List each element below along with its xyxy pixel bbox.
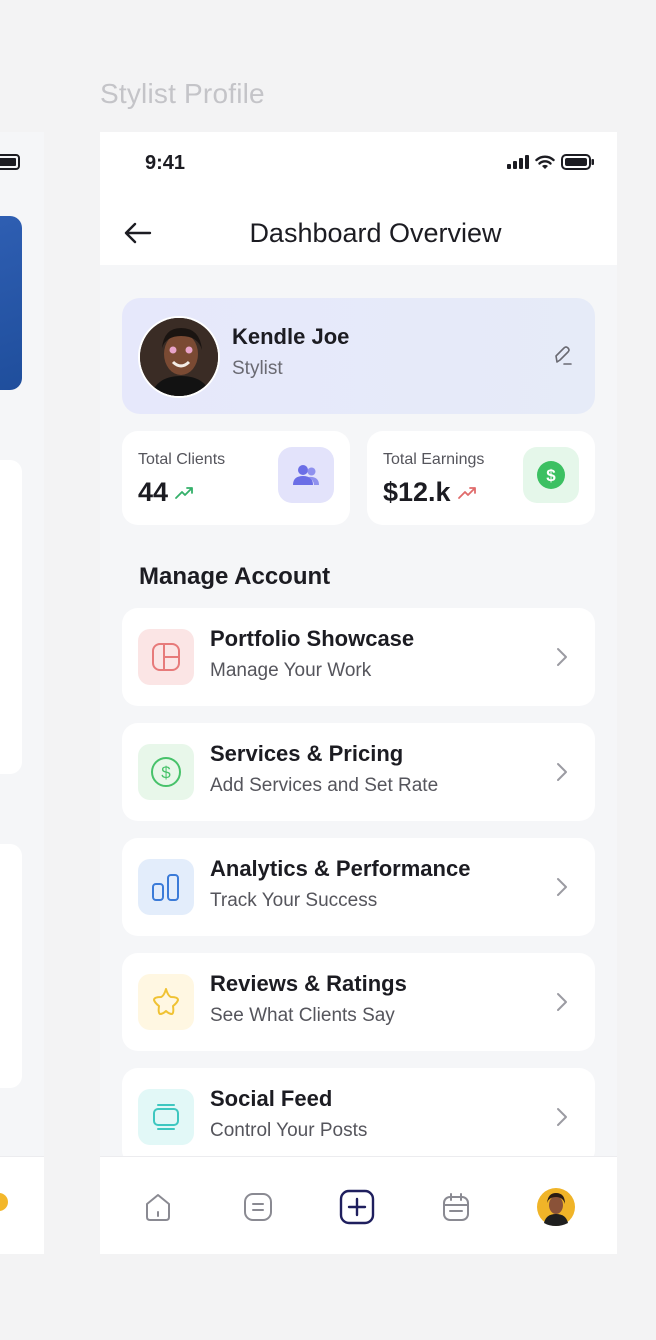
feed-icon bbox=[138, 1089, 194, 1145]
pencil-icon bbox=[555, 346, 572, 365]
wifi-icon bbox=[535, 155, 555, 169]
stat-label: Total Earnings bbox=[383, 451, 485, 468]
signal-icon bbox=[507, 155, 529, 169]
svg-text:$: $ bbox=[161, 763, 171, 782]
menu-subtitle: Control Your Posts bbox=[210, 1120, 368, 1141]
dollar-circle-icon: $ bbox=[138, 744, 194, 800]
adjacent-panel bbox=[0, 460, 22, 774]
stat-label: Total Clients bbox=[138, 451, 226, 468]
stat-card-earnings[interactable]: Total Earnings $12.k $ bbox=[367, 431, 595, 525]
menu-title: Reviews & Ratings bbox=[210, 971, 407, 996]
chevron-right-icon bbox=[557, 763, 567, 781]
avatar bbox=[138, 316, 220, 398]
menu-item-analytics[interactable]: Analytics & Performance Track Your Succe… bbox=[122, 838, 595, 936]
nav-calendar[interactable] bbox=[436, 1187, 476, 1227]
chevron-right-icon bbox=[557, 648, 567, 666]
adjacent-avatar bbox=[0, 1193, 8, 1211]
menu-item-social-feed[interactable]: Social Feed Control Your Posts bbox=[122, 1068, 595, 1166]
menu-subtitle: See What Clients Say bbox=[210, 1005, 395, 1026]
nav-add[interactable] bbox=[337, 1187, 377, 1227]
nav-profile[interactable] bbox=[536, 1187, 576, 1227]
chevron-right-icon bbox=[557, 993, 567, 1011]
menu-subtitle: Manage Your Work bbox=[210, 660, 372, 681]
section-title: Manage Account bbox=[139, 563, 331, 590]
menu-title: Services & Pricing bbox=[210, 741, 404, 766]
stat-value-wrap: 44 bbox=[138, 477, 194, 508]
menu-title: Analytics & Performance bbox=[210, 856, 471, 881]
menu-item-services[interactable]: $ Services & Pricing Add Services and Se… bbox=[122, 723, 595, 821]
page-title: Dashboard Overview bbox=[249, 218, 502, 248]
profile-name: Kendle Joe bbox=[232, 324, 350, 349]
trend-down-icon bbox=[457, 486, 476, 499]
edit-profile-button[interactable] bbox=[549, 342, 577, 370]
battery-icon bbox=[0, 154, 20, 170]
menu-item-portfolio[interactable]: Portfolio Showcase Manage Your Work bbox=[122, 608, 595, 706]
menu-item-reviews[interactable]: Reviews & Ratings See What Clients Say bbox=[122, 953, 595, 1051]
menu-title: Portfolio Showcase bbox=[210, 626, 415, 651]
profile-card: Kendle Joe Stylist bbox=[122, 298, 595, 414]
list-icon bbox=[244, 1193, 272, 1221]
calendar-icon bbox=[443, 1193, 469, 1221]
stat-card-clients[interactable]: Total Clients 44 bbox=[122, 431, 350, 525]
menu-subtitle: Track Your Success bbox=[210, 890, 378, 911]
dollar-icon: $ bbox=[523, 447, 579, 503]
status-time: 9:41 bbox=[145, 152, 186, 174]
home-icon bbox=[146, 1194, 170, 1221]
phone-screen: 9:41 Dashboard Overview Kendle Joe Styli… bbox=[100, 132, 617, 1254]
adjacent-nav bbox=[0, 1156, 44, 1254]
bottom-nav bbox=[100, 1156, 617, 1254]
chevron-right-icon bbox=[557, 1108, 567, 1126]
stat-value: 44 bbox=[138, 477, 169, 507]
stat-value-wrap: $12.k bbox=[383, 477, 477, 508]
star-icon bbox=[138, 974, 194, 1030]
add-icon bbox=[339, 1189, 375, 1225]
chevron-right-icon bbox=[557, 878, 567, 896]
avatar bbox=[537, 1188, 575, 1226]
nav-home[interactable] bbox=[138, 1187, 178, 1227]
frame-title: Stylist Profile bbox=[100, 78, 265, 109]
nav-list[interactable] bbox=[238, 1187, 278, 1227]
adjacent-screen bbox=[0, 132, 44, 1254]
layout-icon bbox=[138, 629, 194, 685]
adjacent-card bbox=[0, 216, 22, 390]
menu-title: Social Feed bbox=[210, 1086, 333, 1111]
top-bar: 9:41 Dashboard Overview bbox=[100, 132, 617, 265]
battery-icon bbox=[561, 154, 594, 170]
bar-chart-icon bbox=[138, 859, 194, 915]
stat-value: $12.k bbox=[383, 477, 451, 507]
status-icons bbox=[507, 154, 595, 170]
users-icon bbox=[278, 447, 334, 503]
trend-up-icon bbox=[175, 486, 193, 499]
profile-role: Stylist bbox=[232, 358, 283, 379]
menu-subtitle: Add Services and Set Rate bbox=[210, 775, 439, 796]
adjacent-panel bbox=[0, 844, 22, 1088]
svg-text:$: $ bbox=[546, 466, 556, 485]
